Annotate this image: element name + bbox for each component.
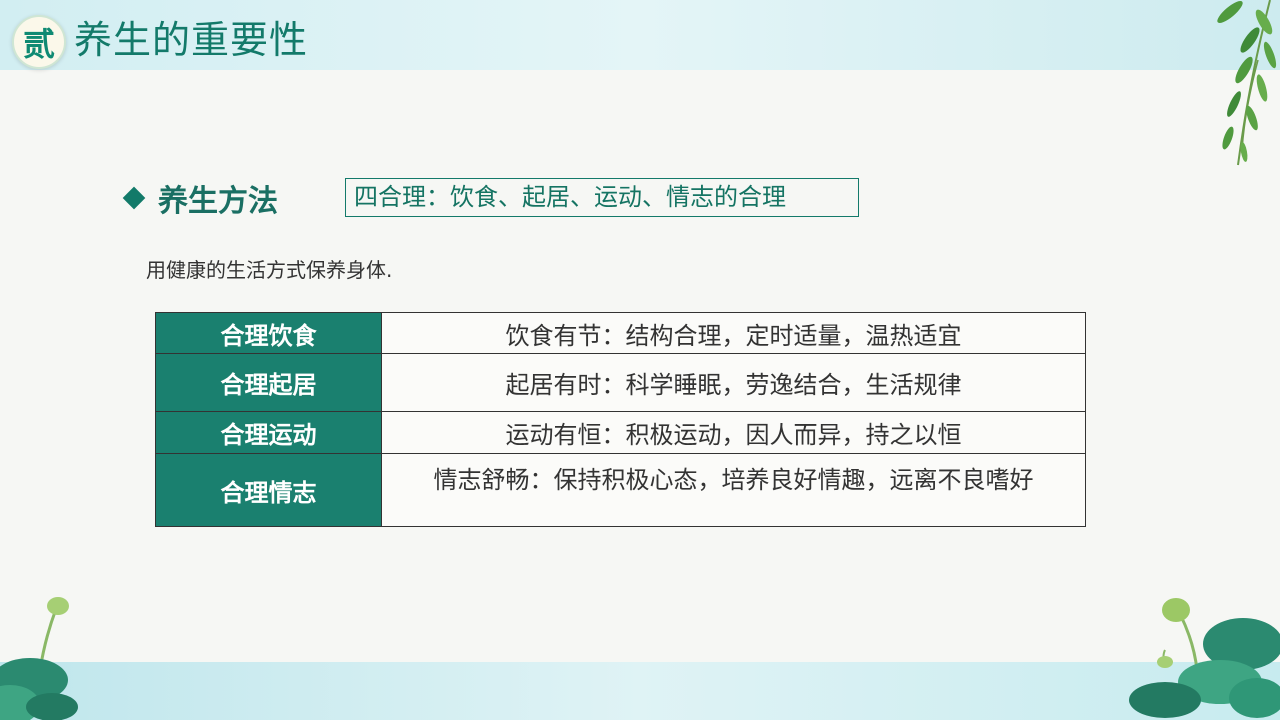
row-desc-emotion: 情志舒畅：保持积极心态，培养良好情趣，远离不良嗜好 <box>381 453 1086 527</box>
methods-table: 合理饮食 饮食有节：结构合理，定时适量，温热适宜 合理起居 起居有时：科学睡眠，… <box>155 312 1086 527</box>
row-desc-living: 起居有时：科学睡眠，劳逸结合，生活规律 <box>381 353 1086 412</box>
page-title: 养生的重要性 <box>74 18 309 62</box>
table-row: 合理运动 运动有恒：积极运动，因人而异，持之以恒 <box>155 411 1086 454</box>
methods-summary-box: 四合理：饮食、起居、运动、情志的合理 <box>345 178 859 217</box>
section-number-badge: 贰 <box>12 15 66 69</box>
table-row: 合理起居 起居有时：科学睡眠，劳逸结合，生活规律 <box>155 353 1086 412</box>
lotus-bud-icon <box>1129 598 1280 718</box>
row-head-exercise: 合理运动 <box>155 411 382 454</box>
row-head-living: 合理起居 <box>155 353 382 412</box>
lotus-leaf-icon <box>0 597 78 720</box>
section-heading-text: 养生方法 <box>158 184 278 219</box>
table-row: 合理情志 情志舒畅：保持积极心态，培养良好情趣，远离不良嗜好 <box>155 453 1086 527</box>
row-desc-diet: 饮食有节：结构合理，定时适量，温热适宜 <box>381 312 1086 354</box>
intro-text: 用健康的生活方式保养身体. <box>146 258 393 282</box>
willow-branch-icon <box>1217 0 1277 166</box>
diamond-icon <box>122 186 146 210</box>
table-row: 合理饮食 饮食有节：结构合理，定时适量，温热适宜 <box>155 312 1086 354</box>
row-head-diet: 合理饮食 <box>155 312 382 354</box>
row-desc-exercise: 运动有恒：积极运动，因人而异，持之以恒 <box>381 411 1086 454</box>
section-heading: 养生方法 <box>122 176 278 220</box>
footer-band <box>0 662 1280 720</box>
row-head-emotion: 合理情志 <box>155 453 382 527</box>
